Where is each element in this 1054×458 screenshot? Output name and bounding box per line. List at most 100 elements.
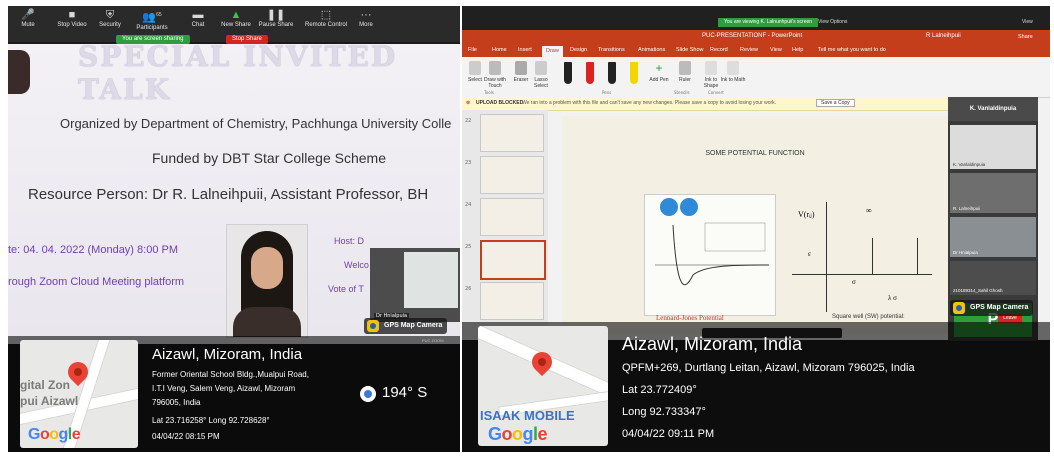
left-photo: 🎤 Mute ■ Stop Video ⛨ Security 👥65 Participa… <box>8 6 460 452</box>
tab-draw[interactable]: Draw <box>542 46 563 57</box>
share-screen-icon: ▲ <box>230 9 242 21</box>
infinity-label: ∞ <box>866 206 872 215</box>
panel-header: K. Vanlaldinpuia <box>948 97 1038 121</box>
upload-blocked-label: UPLOAD BLOCKED <box>476 100 524 106</box>
lambda-sigma-label: λ σ <box>888 294 897 302</box>
map-thumbnail: gital Zon pui Aizawl Google <box>20 340 138 448</box>
address-line-3: 796005, India <box>152 398 201 407</box>
share-button[interactable]: Share <box>1018 34 1033 40</box>
slide-thumbnails: 22 23 24 25 26 <box>462 110 548 340</box>
ribbon-tabs: File Home Insert Draw Design Transitions… <box>462 45 1050 57</box>
participant-tile[interactable]: 210189314_Sahil Ghosh <box>950 261 1036 295</box>
v-label: V(rᵢⱼ) <box>798 210 815 219</box>
organizer-line: Organized by Department of Chemistry, Pa… <box>60 116 452 131</box>
tab-view[interactable]: View <box>770 47 782 53</box>
new-share-button[interactable]: ▲ New Share <box>218 9 254 28</box>
more-button[interactable]: ··· More <box>348 9 384 28</box>
participants-button[interactable]: 👥65 Participants <box>134 9 170 31</box>
google-logo: Google <box>28 426 81 443</box>
watermark: PUC ZOOM <box>422 338 444 343</box>
slide-thumbnail[interactable] <box>480 114 544 152</box>
sw-y-axis <box>826 202 827 312</box>
security-button[interactable]: ⛨ Security <box>92 9 128 28</box>
video-camera-icon: ■ <box>68 9 76 21</box>
ink-to-math-button[interactable]: Ink to Math <box>720 61 746 83</box>
location-title: Aizawl, Mizoram, India <box>152 346 303 363</box>
gps-overlay: gital Zon pui Aizawl Google Aizawl, Mizo… <box>8 336 460 452</box>
slide-thumbnail[interactable] <box>480 282 544 320</box>
timestamp: 04/04/22 09:11 PM <box>622 428 715 440</box>
platform-line: rough Zoom Cloud Meeting platform <box>8 276 185 288</box>
tab-transitions[interactable]: Transitions <box>598 47 625 53</box>
address-line-2: I.T.I Veng, Salem Veng, Aizawl, Mizoram <box>152 384 296 393</box>
chat-icon: ▬ <box>192 9 204 21</box>
tab-home[interactable]: Home <box>492 47 507 53</box>
black-pen[interactable] <box>564 62 572 84</box>
presentation-slide: SPECIAL INVITED TALK Organized by Depart… <box>8 40 460 344</box>
longitude: Long 92.733347° <box>622 406 706 418</box>
gps-camera-badge: GPS Map Camera <box>950 300 1034 316</box>
address-line: QPFM+269, Durtlang Leitan, Aizawl, Mizor… <box>622 362 915 374</box>
slide-canvas[interactable]: SOME POTENTIAL FUNCTION V(rᵢⱼ) ∞ ε σ λ σ… <box>562 116 948 334</box>
draw-ribbon: Select Draw with Touch Eraser Lasso Sele… <box>462 57 1050 98</box>
tab-help[interactable]: Help <box>792 47 803 53</box>
address-line-1: Former Oriental School Bldg.,Mualpui Roa… <box>152 370 309 379</box>
group-convert: Convert <box>708 90 724 95</box>
right-photo: You are viewing K. Lalnunhpuii's screen … <box>462 6 1050 452</box>
tell-me-search[interactable]: Tell me what you want to do <box>818 47 886 53</box>
tab-slide-show[interactable]: Slide Show <box>676 47 704 53</box>
view-button[interactable]: View <box>1022 19 1033 25</box>
highlighter-pen[interactable] <box>630 62 638 84</box>
group-pens: Pens <box>602 90 612 95</box>
chat-button[interactable]: ▬ Chat <box>180 9 216 28</box>
participant-tile[interactable]: K. Vanlaldinpuia <box>950 125 1036 169</box>
ppt-titlebar: PUC-PRESENTATIONF - PowerPoint R Lalneih… <box>462 30 1050 45</box>
draw-with-touch-tool[interactable]: Draw with Touch <box>482 61 508 89</box>
compass-heading: 194° S <box>382 384 428 401</box>
ruler-tool[interactable]: Ruler <box>672 61 698 83</box>
timestamp: 04/04/22 08:15 PM <box>152 432 220 441</box>
pause-share-button[interactable]: ❚❚ Pause Share <box>258 9 294 28</box>
participant-tile[interactable]: Dr Hnialpuia <box>950 217 1036 257</box>
dark-pen[interactable] <box>608 62 616 84</box>
funding-line: Funded by DBT Star College Scheme <box>152 150 386 166</box>
error-icon: ⊗ <box>466 100 471 106</box>
tab-animations[interactable]: Animations <box>638 47 665 53</box>
remote-control-button[interactable]: ⬚ Remote Control <box>304 9 348 28</box>
host-label: Host: D <box>334 236 365 246</box>
slide-title: SPECIAL INVITED TALK <box>78 40 398 106</box>
microphone-icon: 🎤 <box>21 9 35 21</box>
lat-long: Lat 23.716258° Long 92.728628° <box>152 416 270 425</box>
map-thumbnail: ISAAK MOBILE Google <box>478 326 608 446</box>
stop-video-button[interactable]: ■ Stop Video <box>54 9 90 28</box>
user-name: R Lalneihpuii <box>926 33 961 39</box>
sigma-label: σ <box>852 278 856 286</box>
tab-file[interactable]: File <box>468 47 477 53</box>
view-options-button[interactable]: View Options <box>818 19 847 25</box>
shield-icon: ⛨ <box>105 9 115 21</box>
upload-blocked-message: We ran into a problem with this file and… <box>522 100 777 106</box>
group-tools: Tools <box>484 90 494 95</box>
save-copy-button[interactable]: Save a Copy <box>816 99 855 107</box>
sw-well-shape <box>872 238 918 275</box>
participant-tile[interactable]: R. Lalneihpuii <box>950 173 1036 213</box>
add-pen-button[interactable]: + Add Pen <box>646 61 672 83</box>
tab-insert[interactable]: Insert <box>518 47 532 53</box>
slide-thumbnail-selected[interactable] <box>480 240 546 280</box>
epsilon-label: ε <box>808 250 811 258</box>
date-line: te: 04. 04. 2022 (Monday) 8:00 PM <box>8 244 178 256</box>
mute-button[interactable]: 🎤 Mute <box>10 9 46 28</box>
slide-thumbnail[interactable] <box>480 198 544 236</box>
lasso-select-tool[interactable]: Lasso Select <box>528 61 554 89</box>
tab-review[interactable]: Review <box>740 47 758 53</box>
group-stencils: Stencils <box>674 90 690 95</box>
lj-caption: Lennard-Jones Potential <box>656 314 724 322</box>
upload-blocked-bar: ⊗ UPLOAD BLOCKED We ran into a problem w… <box>462 97 948 111</box>
slide-thumbnail[interactable] <box>480 156 544 194</box>
tab-record[interactable]: Record <box>710 47 728 53</box>
sw-caption: Square well (SW) potential: <box>832 314 905 320</box>
red-pen[interactable] <box>586 62 594 84</box>
participant-video-tile[interactable]: Dr Hnialpuia <box>370 248 460 322</box>
tab-design[interactable]: Design <box>570 47 587 53</box>
lennard-jones-figure <box>644 194 776 316</box>
